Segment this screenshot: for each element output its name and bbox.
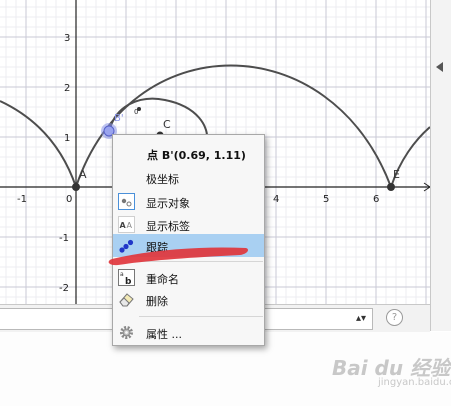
y-tick-label: -2 [59, 283, 69, 294]
svg-text:b: b [125, 277, 132, 286]
svg-text:a: a [120, 271, 124, 278]
gear-icon [120, 326, 133, 339]
menu-item-show-label[interactable]: A A 显示标签 [113, 213, 264, 236]
menu-item-rename[interactable]: a b 重命名 [113, 266, 264, 289]
y-tick-label: 3 [64, 33, 70, 44]
menu-separator [139, 261, 263, 262]
menu-item-polar[interactable]: 极坐标 [113, 166, 264, 189]
svg-text:A: A [120, 221, 127, 230]
collapse-arrow-icon[interactable] [436, 62, 443, 72]
cycloid-arc-left [0, 100, 77, 188]
menu-item-label: 极坐标 [146, 173, 179, 186]
menu-item-show-object[interactable]: 显示对象 [113, 190, 264, 213]
menu-item-trace[interactable]: 跟踪 [113, 234, 264, 257]
menu-item-label: 显示对象 [146, 197, 190, 210]
menu-item-properties[interactable]: 属性 ... [113, 321, 264, 344]
label-e: E [393, 168, 400, 181]
trace-icon [119, 239, 134, 253]
eraser-icon [119, 293, 134, 307]
point-a[interactable] [72, 183, 80, 191]
help-icon[interactable]: ? [386, 309, 403, 326]
label-c: C [163, 118, 171, 131]
y-tick-label: -1 [59, 233, 69, 244]
x-tick-label: -1 [17, 194, 27, 205]
svg-text:A: A [127, 221, 133, 230]
x-tick-label: 6 [373, 194, 379, 205]
y-tick-label: 2 [64, 83, 70, 94]
label-a: A [79, 168, 87, 181]
menu-title: 点 B'(0.69, 1.11) [147, 149, 246, 162]
point-e[interactable] [387, 183, 395, 191]
label-b: B' [114, 113, 124, 124]
x-tick-label: 4 [273, 194, 279, 205]
menu-item-label: 重命名 [146, 273, 179, 286]
context-menu: 点 B'(0.69, 1.11) 极坐标 显示对象 A A 显示标签 跟踪 a [112, 134, 265, 346]
menu-item-label: 显示标签 [146, 220, 190, 233]
menu-item-label: 属性 ... [146, 328, 182, 341]
y-tick-label: 1 [64, 133, 70, 144]
x-tick-label: 5 [323, 194, 329, 205]
rename-icon: a b [118, 269, 135, 286]
x-tick-label: 0 [66, 194, 72, 205]
watermark-sub: jingyan.baidu.com [378, 377, 451, 388]
spinner-icon[interactable]: ▴▾ [356, 311, 366, 327]
menu-separator [139, 316, 263, 317]
side-panel-strip [430, 0, 451, 331]
label-small: 0 [134, 108, 138, 116]
menu-item-delete[interactable]: 删除 [113, 288, 264, 311]
show-label-icon: A A [118, 216, 135, 233]
menu-item-label: 跟踪 [146, 241, 168, 254]
show-object-icon [118, 193, 135, 210]
menu-item-label: 删除 [146, 295, 168, 308]
